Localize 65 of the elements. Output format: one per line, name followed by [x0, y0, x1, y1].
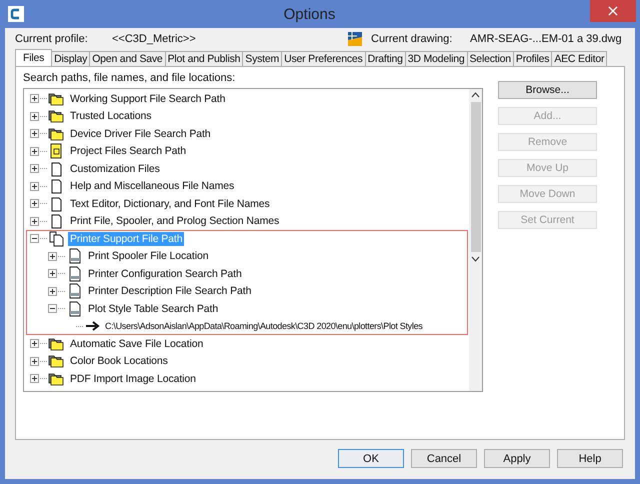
tree-item[interactable]: Device Driver File Search Path: [68, 126, 213, 141]
dialog-button[interactable]: Apply: [484, 449, 550, 468]
folder-icon: [48, 370, 66, 387]
tree-item[interactable]: Print File, Spooler, and Prolog Section Names: [68, 214, 282, 228]
tree-item[interactable]: Help and Miscellaneous File Names: [68, 179, 236, 194]
tree-item[interactable]: Color Book Locations: [68, 354, 170, 368]
side-button[interactable]: Browse...: [498, 81, 597, 99]
window-title: Options: [282, 6, 336, 22]
tree-item[interactable]: Plot Style Table Search Path: [86, 302, 220, 316]
expander-icon[interactable]: [30, 234, 39, 244]
expander-icon[interactable]: [30, 129, 39, 138]
tree-item[interactable]: Working Support File Search Path: [68, 92, 228, 106]
tree-item[interactable]: Customization Files: [68, 162, 162, 176]
tree-item[interactable]: Print Spooler File Location: [86, 249, 210, 264]
folder-icon: [48, 353, 66, 370]
tab[interactable]: Display: [51, 51, 90, 66]
tree-item[interactable]: Project Files Search Path: [68, 144, 188, 158]
expander-icon[interactable]: [48, 252, 57, 261]
tree-label: Search paths, file names, and file locations:: [23, 72, 236, 86]
tree-item[interactable]: Automatic Save File Location: [68, 336, 206, 351]
profile-label: Current profile:: [15, 33, 89, 45]
folder-icon: [48, 336, 66, 352]
dialog-button[interactable]: OK: [338, 449, 404, 468]
expander-icon[interactable]: [48, 304, 57, 314]
expander-icon[interactable]: [48, 286, 57, 296]
tab[interactable]: Plot and Publish: [164, 51, 244, 66]
tab[interactable]: Open and Save: [89, 51, 166, 66]
drawing-icon: [347, 31, 363, 47]
drawing-label: Current drawing:: [371, 33, 454, 45]
folder-icon: [48, 90, 66, 107]
expander-icon[interactable]: [30, 199, 39, 208]
folder-icon: [48, 126, 66, 142]
drawing-value: AMR-SEAG-...EM-01 a 39.dwg: [470, 33, 622, 45]
expander-icon[interactable]: [30, 356, 39, 366]
scroll-bar[interactable]: [469, 89, 482, 391]
expander-icon[interactable]: [48, 269, 57, 278]
tab[interactable]: Files: [15, 49, 52, 66]
tab[interactable]: AEC Editor: [551, 51, 608, 66]
documents-icon: [48, 230, 66, 247]
tree-item[interactable]: PDF Import Image Location: [68, 372, 198, 386]
close-button[interactable]: ×: [590, 0, 636, 22]
expander-icon[interactable]: [30, 164, 39, 174]
expander-icon[interactable]: [30, 339, 39, 348]
expander-icon[interactable]: [30, 146, 39, 156]
tab[interactable]: System: [242, 51, 282, 66]
tree-item[interactable]: Printer Description File Search Path: [86, 284, 254, 298]
expander-icon[interactable]: [30, 182, 39, 191]
tab[interactable]: Profiles: [512, 51, 552, 66]
dialog-button[interactable]: Cancel: [411, 449, 477, 468]
expander-icon[interactable]: [30, 216, 39, 226]
dialog-button[interactable]: Help: [557, 449, 623, 468]
tree-item[interactable]: Text Editor, Dictionary, and Font File Names: [68, 196, 272, 211]
tab[interactable]: 3D Modeling: [404, 51, 468, 66]
tab[interactable]: Selection: [466, 51, 514, 66]
tab[interactable]: User Preferences: [281, 51, 366, 66]
expander-icon[interactable]: [30, 94, 39, 104]
profile-value: <<C3D_Metric>>: [112, 33, 197, 45]
expander-icon[interactable]: [30, 374, 39, 384]
tree-item[interactable]: C:\Users\AdsonAislan\AppData\Roaming\Autodesk\C3D 2020\enu\plotters\Plot Styles: [104, 320, 424, 332]
app-icon: [8, 6, 24, 22]
folder-icon: [48, 108, 66, 124]
tree-item[interactable]: Printer Configuration Search Path: [86, 266, 244, 281]
tab[interactable]: Drafting: [364, 51, 406, 66]
expander-icon[interactable]: [30, 112, 39, 121]
tree-item[interactable]: Trusted Locations: [68, 109, 154, 124]
